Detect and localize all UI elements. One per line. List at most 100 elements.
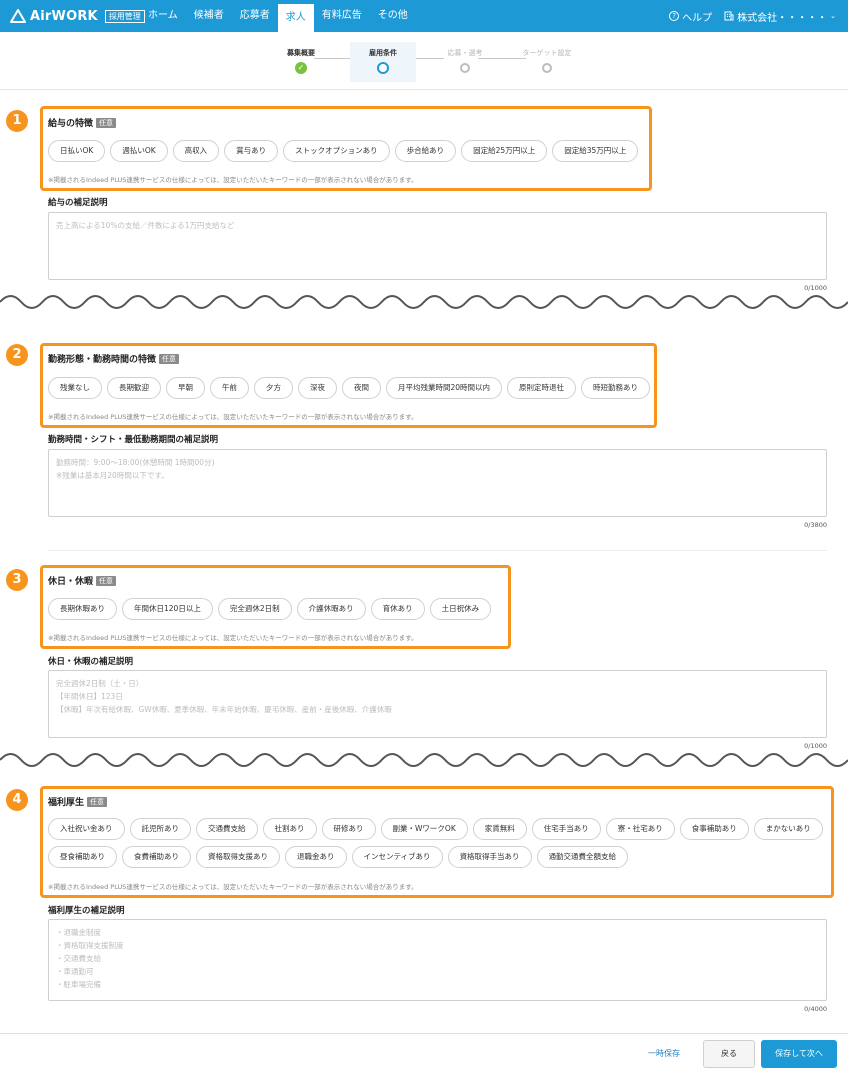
step-label: 応募・選考 [447,49,483,57]
chip[interactable]: 食事補助あり [679,818,749,840]
chip[interactable]: 固定給25万円以上 [461,140,548,162]
chip[interactable]: 年間休日120日以上 [122,598,213,620]
chip[interactable]: 育休あり [370,598,425,620]
footer-bar: 一時保存 戻る 保存して次へ [0,1033,848,1073]
chip[interactable]: 早朝 [166,377,205,399]
chip[interactable]: 歩合給あり [394,140,457,162]
chip-group-salary: 日払いOK 週払いOK 高収入 賞与あり ストックオプションあり 歩合給あり 固… [48,140,648,162]
chip[interactable]: 資格取得支援あり [196,846,280,868]
chip[interactable]: 土日祝休み [429,598,492,620]
step-application-selection: 応募・選考 [432,42,498,82]
step-label: 雇用条件 [369,49,397,57]
chip[interactable]: 月平均残業時間20時間以内 [386,377,503,399]
chip[interactable]: 賞与あり [224,140,279,162]
nav-other[interactable]: その他 [370,0,416,32]
section-title-text: 福利厚生 [48,798,85,808]
chip[interactable]: 完全週休2日制 [217,598,292,620]
progress-stepper: 募集概要 ✓ 雇用条件 応募・選考 ターゲット設定 [0,32,848,90]
chevron-down-icon: ⌄ [830,12,836,20]
section-title-text: 勤務形態・勤務時間の特徴 [48,355,157,365]
keyword-note: ※掲載されるIndeed PLUS連携サービスの仕様によっては、設定いただいたキ… [48,176,418,184]
chip[interactable]: 原則定時退社 [507,377,577,399]
header-right: ? ヘルプ 株式会社・・・・・ ⌄ [669,0,836,32]
chip-group-holidays: 長期休暇あり 年間休日120日以上 完全週休2日制 介護休暇あり 育休あり 土日… [48,598,508,620]
chip[interactable]: 入社祝い金あり [48,818,125,840]
step-label: 募集概要 [287,49,315,57]
save-next-button[interactable]: 保存して次へ [761,1040,837,1068]
chip[interactable]: 高収入 [172,140,220,162]
logo-triangle-icon [10,9,26,23]
chip[interactable]: 夕方 [254,377,293,399]
step-employment-conditions[interactable]: 雇用条件 [350,42,416,82]
top-bar: AirWORK 採用管理 ホーム 候補者 応募者 求人 有料広告 その他 ? ヘ… [0,0,848,32]
nav-jobs[interactable]: 求人 [277,2,314,32]
nav-paid-ads[interactable]: 有料広告 [314,0,370,32]
holidays-supplement-textarea[interactable]: 完全週休2日制（土・日） 【年間休日】123日 【休暇】年次有給休暇、GW休暇、… [48,670,827,738]
supplement-label: 勤務時間・シフト・最低勤務期間の補足説明 [48,435,219,445]
chip[interactable]: 時短勤務あり [581,377,651,399]
chip[interactable]: まかないあり [753,818,823,840]
salary-supplement-textarea[interactable]: 売上高による10%の支給／件数による1万円支給など [48,212,827,280]
chip[interactable]: 寮・社宅あり [605,818,675,840]
current-step-icon [377,62,389,74]
help-label: ヘルプ [682,12,713,24]
chip[interactable]: 副業・WワークOK [380,818,468,840]
chip[interactable]: 資格取得手当あり [447,846,532,868]
temp-save-link[interactable]: 一時保存 [648,1048,680,1059]
checkmark-icon: ✓ [295,62,307,74]
section-number-badge: 4 [6,789,28,811]
chip[interactable]: ストックオプションあり [283,140,390,162]
chip[interactable]: 介護休暇あり [296,598,366,620]
nav-applicants[interactable]: 応募者 [232,0,278,32]
chip[interactable]: 長期歓迎 [107,377,161,399]
step-overview[interactable]: 募集概要 ✓ [268,42,334,82]
chip[interactable]: 食費補助あり [122,846,191,868]
chip[interactable]: 通勤交通費全額支給 [536,846,629,868]
section-break-wave [0,295,848,309]
section-number-badge: 1 [6,110,28,132]
optional-badge: 任意 [159,353,180,364]
chip[interactable]: 託児所あり [129,818,191,840]
chip[interactable]: 固定給35万円以上 [552,140,639,162]
chip[interactable]: 退職金あり [285,846,347,868]
chip[interactable]: インセンティブあり [351,846,443,868]
step-target-settings: ターゲット設定 [514,42,580,82]
chip[interactable]: 午前 [210,377,249,399]
nav-home[interactable]: ホーム [140,0,186,32]
section-number-badge: 3 [6,569,28,591]
section-break-wave [0,753,848,767]
chip[interactable]: 昼食補助あり [48,846,117,868]
chip[interactable]: 家賃無料 [472,818,527,840]
section-title-salary: 給与の特徴 任意 [48,116,117,129]
chip[interactable]: 交通費支給 [196,818,258,840]
main-nav: ホーム 候補者 応募者 求人 有料広告 その他 [140,0,416,32]
logo[interactable]: AirWORK 採用管理 [10,6,145,26]
help-icon: ? [669,11,680,21]
chip[interactable]: 長期休暇あり [48,598,117,620]
help-link[interactable]: ? ヘルプ [669,9,712,24]
section-number-badge: 2 [6,344,28,366]
chip[interactable]: 深夜 [298,377,337,399]
section-title-text: 休日・休暇 [48,577,94,587]
chip[interactable]: 研修あり [321,818,376,840]
chip[interactable]: 週払いOK [110,140,168,162]
chip[interactable]: 住宅手当あり [531,818,601,840]
chip[interactable]: 夜間 [342,377,381,399]
back-button[interactable]: 戻る [703,1040,755,1068]
logo-badge: 採用管理 [104,9,145,23]
supplement-label: 給与の補足説明 [48,198,108,208]
work-hours-supplement-textarea[interactable]: 勤務時間：9:00〜18:00(休憩時間 1時間00分) ※残業は基本月20時間… [48,449,827,517]
chip[interactable]: 残業なし [48,377,102,399]
benefits-supplement-textarea[interactable]: ・退職金制度 ・資格取得支援制度 ・交通費支給 ・車通勤可 ・駐車場完備 [48,919,827,1001]
pending-step-icon [460,63,470,73]
section-divider [48,550,827,551]
optional-badge: 任意 [87,796,108,807]
section-title-benefits: 福利厚生 任意 [48,795,108,808]
chip[interactable]: 日払いOK [48,140,106,162]
nav-candidates[interactable]: 候補者 [186,0,232,32]
section-title-holidays: 休日・休暇 任意 [48,574,117,587]
company-menu[interactable]: 株式会社・・・・・ ⌄ [724,9,836,24]
chip[interactable]: 社割あり [262,818,317,840]
keyword-note: ※掲載されるIndeed PLUS連携サービスの仕様によっては、設定いただいたキ… [48,634,418,642]
logo-text: AirWORK [30,8,98,24]
